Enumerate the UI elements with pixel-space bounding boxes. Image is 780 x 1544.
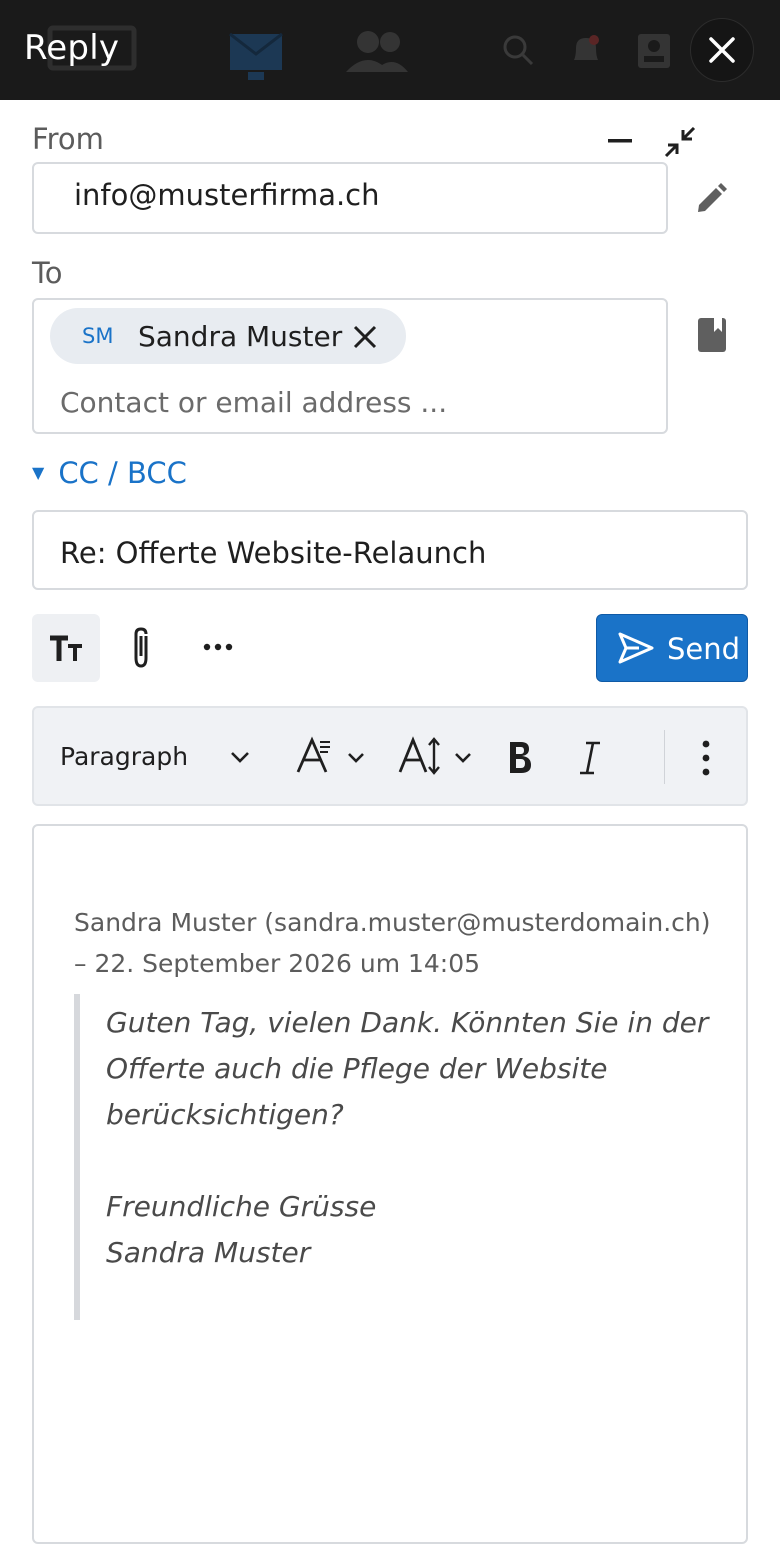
quote-line: Offerte auch die Pflege der Website [106, 1052, 608, 1085]
from-value: info@musterfirma.ch [74, 178, 380, 212]
from-field[interactable]: info@musterfirma.ch [32, 162, 668, 234]
font-family-icon [296, 736, 364, 773]
editor-toolbar: Paragraph [32, 706, 748, 806]
font-size-button[interactable] [398, 734, 476, 782]
text-size-icon [50, 635, 82, 661]
quoted-message: Guten Tag, vielen Dank. Könnten Sie in d… [106, 1000, 726, 1276]
block-style-label: Paragraph [60, 742, 189, 771]
subject-value: Re: Offerte Website-Relaunch [60, 536, 487, 570]
collapse-arrows-icon [664, 126, 696, 158]
contacts-icon [346, 31, 408, 72]
from-label: From [32, 122, 104, 156]
text-format-button[interactable] [32, 614, 100, 682]
send-label: Send [667, 632, 741, 666]
subject-field[interactable]: Re: Offerte Website-Relaunch [32, 510, 748, 590]
recipient-initials: SM [82, 324, 114, 348]
more-options-button[interactable] [200, 634, 236, 660]
search-icon [503, 35, 534, 66]
recipient-chip[interactable]: SM Sandra Muster [50, 308, 406, 364]
top-bar: Reply [0, 0, 780, 100]
quote-line: Sandra Muster [106, 1236, 311, 1269]
quote-line: berücksichtigen? [106, 1098, 344, 1131]
address-book-icon [698, 318, 726, 352]
quote-date-line: – 22. September 2026 um 14:05 [74, 949, 481, 978]
quote-header: Sandra Muster (sandra.muster@musterdomai… [74, 902, 734, 984]
quote-line: Guten Tag, vielen Dank. Könnten Sie in d… [106, 1006, 709, 1039]
paperclip-icon [134, 627, 148, 668]
pencil-icon [698, 183, 727, 212]
font-size-icon [398, 736, 471, 775]
quote-line: Freundliche Grüsse [106, 1190, 377, 1223]
quote-author-line: Sandra Muster (sandra.muster@musterdomai… [74, 908, 711, 937]
attach-button[interactable] [126, 626, 158, 670]
remove-recipient-button[interactable] [350, 322, 380, 352]
more-horizontal-icon [203, 643, 233, 651]
chevron-down-icon [231, 752, 249, 763]
bold-button[interactable] [504, 736, 536, 780]
bell-icon [574, 35, 599, 60]
to-field[interactable]: SM Sandra Muster [32, 298, 668, 434]
bold-icon [510, 742, 531, 773]
recipient-input[interactable] [60, 382, 640, 422]
message-editor[interactable]: Sandra Muster (sandra.muster@musterdomai… [32, 824, 748, 1544]
close-icon [353, 325, 377, 349]
blockquote-bar [74, 994, 80, 1320]
quote-spacer [106, 1138, 726, 1184]
page-title: Reply [24, 28, 120, 68]
italic-icon [580, 741, 600, 775]
toolbar-divider [664, 730, 665, 784]
cc-bcc-label: CC / BCC [58, 456, 187, 490]
more-vertical-icon [702, 740, 710, 776]
recipient-name: Sandra Muster [138, 320, 343, 353]
font-family-button[interactable] [294, 734, 370, 782]
to-label: To [32, 256, 63, 290]
minimize-button[interactable] [604, 128, 636, 152]
minimize-icon [608, 139, 632, 143]
italic-button[interactable] [574, 736, 606, 780]
block-style-select[interactable]: Paragraph [34, 708, 264, 804]
address-book-button[interactable] [696, 316, 728, 354]
send-button[interactable]: Send [596, 614, 748, 682]
edit-sender-button[interactable] [694, 182, 728, 216]
more-formatting-button[interactable] [694, 736, 718, 780]
cc-bcc-toggle[interactable]: ▼ CC / BCC [32, 456, 187, 490]
send-icon [618, 632, 654, 664]
collapse-button[interactable] [662, 124, 698, 160]
caret-down-icon: ▼ [32, 462, 45, 482]
close-button[interactable] [690, 18, 754, 82]
close-icon [709, 37, 735, 63]
address-card-icon [638, 34, 670, 68]
mail-icon [229, 32, 283, 80]
